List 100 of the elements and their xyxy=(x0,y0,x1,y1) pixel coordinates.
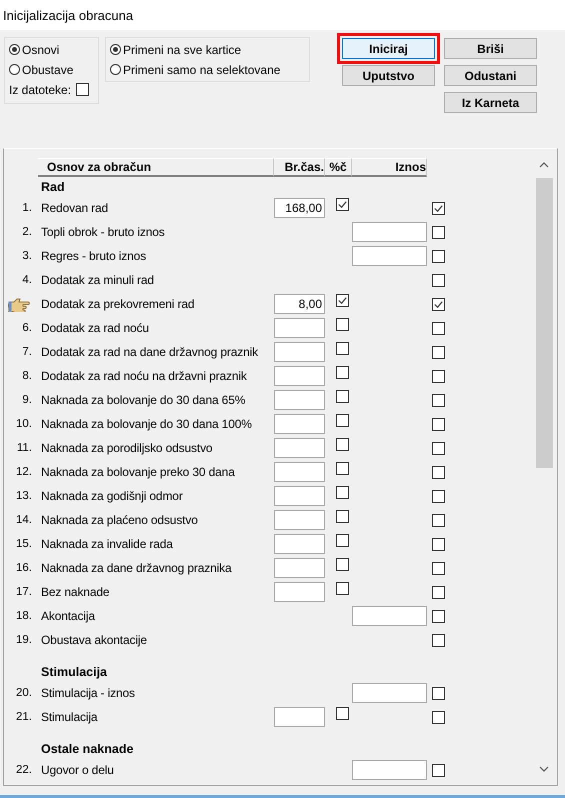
include-checkbox[interactable] xyxy=(432,370,445,382)
include-checkbox[interactable] xyxy=(432,274,445,286)
percent-checkbox[interactable] xyxy=(336,582,349,595)
action-button[interactable]: Briši xyxy=(444,38,537,59)
row-number: 11. xyxy=(16,442,32,454)
window-title: Inicijalizacija obracuna xyxy=(3,8,134,22)
hours-field[interactable] xyxy=(274,510,325,530)
include-checkbox[interactable] xyxy=(432,442,445,454)
percent-checkbox[interactable] xyxy=(336,486,349,499)
hours-field[interactable] xyxy=(274,318,325,338)
percent-checkbox[interactable] xyxy=(336,534,349,547)
amount-field[interactable] xyxy=(352,606,427,626)
column-header: Osnov za obračun xyxy=(38,158,274,177)
percent-checkbox[interactable] xyxy=(336,462,349,475)
hours-field[interactable] xyxy=(274,582,325,602)
radio-label: Osnovi xyxy=(22,42,60,56)
include-checkbox[interactable] xyxy=(432,710,445,724)
percent-checkbox[interactable] xyxy=(336,318,349,331)
percent-checkbox[interactable] xyxy=(336,558,349,571)
include-checkbox[interactable] xyxy=(432,250,445,262)
include-checkbox[interactable] xyxy=(432,686,445,700)
hours-field[interactable] xyxy=(274,438,325,458)
include-checkbox[interactable] xyxy=(432,418,445,430)
hours-field[interactable] xyxy=(274,342,325,362)
row-number: 19. xyxy=(16,634,32,646)
row-label: Naknada za dane državnog praznika xyxy=(41,561,232,575)
include-checkbox[interactable] xyxy=(432,298,445,310)
percent-checkbox[interactable] xyxy=(336,438,349,451)
percent-checkbox[interactable] xyxy=(336,707,349,720)
percent-checkbox[interactable] xyxy=(336,342,349,355)
row-label: Obustava akontacije xyxy=(41,633,147,647)
row-label: Stimulacija xyxy=(41,710,98,724)
include-checkbox[interactable] xyxy=(432,586,445,598)
include-checkbox[interactable] xyxy=(432,226,445,238)
row-number: 4. xyxy=(22,274,32,286)
row-label: Dodatak za rad na dane državnog praznik xyxy=(41,345,258,359)
hours-field[interactable] xyxy=(274,534,325,554)
include-checkbox[interactable] xyxy=(432,466,445,478)
include-checkbox[interactable] xyxy=(432,346,445,358)
percent-checkbox[interactable] xyxy=(336,294,349,307)
radio-button[interactable] xyxy=(110,64,121,75)
row-label: Naknada za invalide rada xyxy=(41,537,173,551)
percent-checkbox[interactable] xyxy=(336,414,349,427)
radio-label: Primeni na sve kartice xyxy=(123,42,242,56)
include-checkbox[interactable] xyxy=(432,490,445,502)
row-label: Dodatak za minuli rad xyxy=(41,273,154,287)
row-label: Dodatak za prekovremeni rad xyxy=(41,297,194,311)
hours-field[interactable] xyxy=(274,414,325,434)
row-number: 15. xyxy=(16,538,32,550)
row-number: 13. xyxy=(16,490,32,502)
row-label: Naknada za bolovanje do 30 dana 65% xyxy=(41,393,246,407)
include-checkbox[interactable] xyxy=(432,514,445,526)
hours-field[interactable] xyxy=(274,707,325,727)
percent-checkbox[interactable] xyxy=(336,366,349,379)
row-label: Topli obrok - bruto iznos xyxy=(41,225,165,239)
row-label: Naknada za plaćeno odsustvo xyxy=(41,513,198,527)
action-button[interactable]: Iz Karneta xyxy=(444,92,537,113)
hours-field[interactable] xyxy=(274,462,325,482)
scroll-down-icon[interactable] xyxy=(539,766,549,772)
hours-field[interactable] xyxy=(274,486,325,506)
include-checkbox[interactable] xyxy=(432,322,445,334)
group-heading: Ostale naknade xyxy=(41,742,134,756)
include-checkbox[interactable] xyxy=(432,394,445,406)
percent-checkbox[interactable] xyxy=(336,510,349,523)
scroll-thumb[interactable] xyxy=(536,178,552,468)
group-heading: Rad xyxy=(41,180,65,194)
row-number: 3. xyxy=(22,250,32,262)
action-button[interactable]: Uputstvo xyxy=(342,65,435,86)
amount-field[interactable] xyxy=(352,222,427,242)
include-checkbox[interactable] xyxy=(432,538,445,550)
amount-field[interactable] xyxy=(352,760,427,780)
scroll-up-icon[interactable] xyxy=(539,162,549,168)
hours-field[interactable]: 168,00 xyxy=(274,198,325,218)
checkbox[interactable] xyxy=(76,83,90,96)
hours-field[interactable]: 8,00 xyxy=(274,294,325,314)
amount-field[interactable] xyxy=(352,246,427,266)
row-number: 2. xyxy=(22,226,32,238)
action-button[interactable]: Odustani xyxy=(444,65,537,86)
row-number: 18. xyxy=(16,610,32,622)
row-number: 21. xyxy=(16,711,32,723)
hours-field[interactable] xyxy=(274,366,325,386)
row-number: 20. xyxy=(16,687,32,699)
percent-checkbox[interactable] xyxy=(336,198,349,211)
include-checkbox[interactable] xyxy=(432,634,445,646)
hours-field[interactable] xyxy=(274,558,325,578)
row-label: Naknada za bolovanje preko 30 dana xyxy=(41,465,235,479)
radio-button[interactable] xyxy=(9,64,20,75)
row-number: 14. xyxy=(16,514,32,526)
include-checkbox[interactable] xyxy=(432,764,445,776)
include-checkbox[interactable] xyxy=(432,610,445,622)
column-header: Iznos xyxy=(352,158,427,177)
radio-button[interactable] xyxy=(110,44,121,55)
include-checkbox[interactable] xyxy=(432,202,445,214)
include-checkbox[interactable] xyxy=(432,562,445,574)
percent-checkbox[interactable] xyxy=(336,390,349,403)
row-number: 8. xyxy=(22,370,32,382)
hours-field[interactable] xyxy=(274,390,325,410)
radio-button[interactable] xyxy=(9,44,20,55)
amount-field[interactable] xyxy=(352,683,427,703)
row-number: 10. xyxy=(16,418,32,430)
